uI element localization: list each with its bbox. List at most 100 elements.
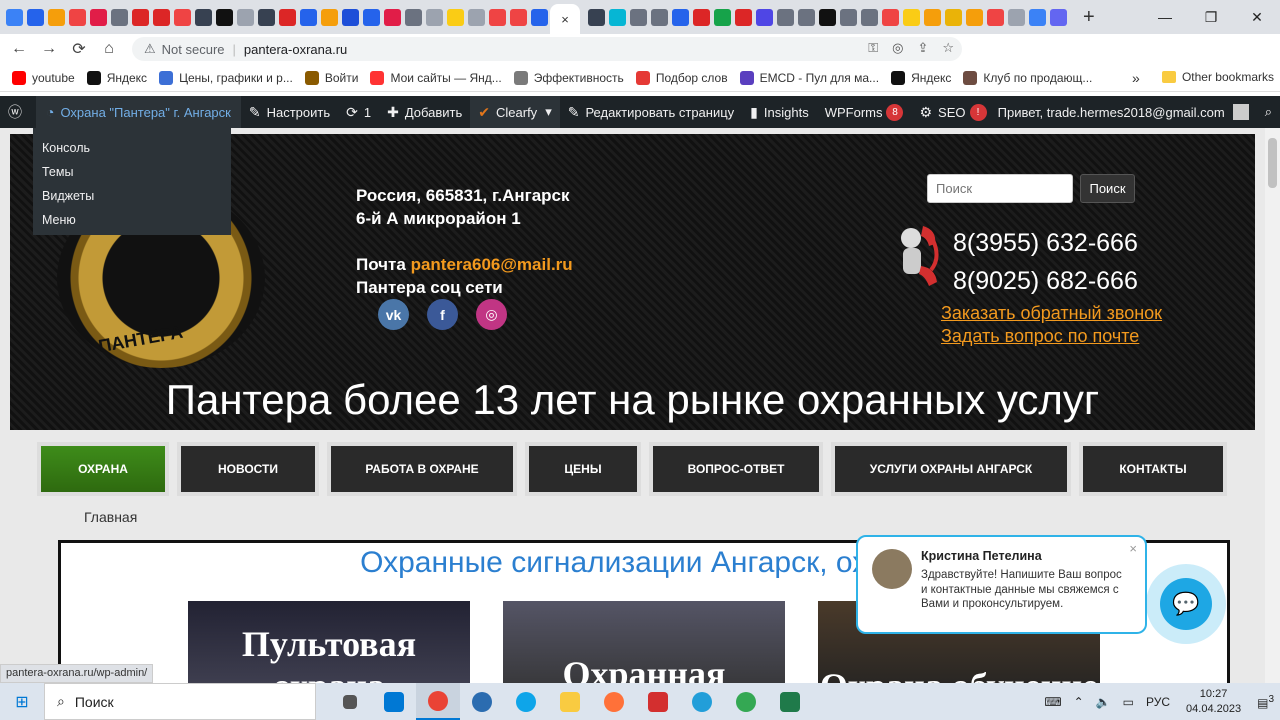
- bookmark-item[interactable]: youtube: [12, 70, 75, 85]
- card-alarm[interactable]: Охранная: [503, 601, 785, 683]
- tab-favicon[interactable]: [693, 8, 710, 26]
- tab-favicon[interactable]: [405, 8, 422, 26]
- dropdown-item-widgets[interactable]: Виджеты: [33, 184, 231, 208]
- close-icon[interactable]: ×: [1129, 541, 1137, 556]
- chevron-up-icon[interactable]: ⌃: [1074, 695, 1084, 709]
- tab-favicon[interactable]: [27, 8, 44, 26]
- new-tab-button[interactable]: +: [1083, 6, 1095, 29]
- tab-favicon[interactable]: [882, 8, 899, 26]
- task-view-icon[interactable]: [328, 683, 372, 720]
- close-tab-icon[interactable]: ×: [561, 12, 569, 27]
- facebook-icon[interactable]: f: [427, 299, 458, 330]
- reload-button[interactable]: ⟳: [64, 39, 94, 59]
- clock[interactable]: 10:27 04.04.2023: [1186, 687, 1241, 717]
- bookmark-item[interactable]: Цены, графики и р...: [159, 70, 293, 85]
- tab-favicon[interactable]: [714, 8, 731, 26]
- menu-item-jobs[interactable]: РАБОТА В ОХРАНЕ: [327, 442, 517, 496]
- edit-page-button[interactable]: ✎ Редактировать страницу: [560, 96, 742, 128]
- tab-favicon[interactable]: [630, 8, 647, 26]
- volume-icon[interactable]: 🔈: [1096, 695, 1111, 709]
- tab-favicon[interactable]: [426, 8, 443, 26]
- close-window-button[interactable]: ✕: [1234, 9, 1280, 26]
- tab-favicon[interactable]: [489, 8, 506, 26]
- tab-favicon[interactable]: [798, 8, 815, 26]
- mail-icon[interactable]: [372, 683, 416, 720]
- admin-search-button[interactable]: ⌕: [1257, 96, 1280, 128]
- phone-number[interactable]: 8(3955) 632-666: [953, 224, 1138, 262]
- app-icon[interactable]: [768, 683, 812, 720]
- forward-button[interactable]: →: [34, 40, 64, 58]
- account-menu[interactable]: Привет, trade.hermes2018@gmail.com: [990, 96, 1257, 128]
- share-icon[interactable]: ⇪: [917, 40, 928, 56]
- network-icon[interactable]: ▭: [1123, 695, 1134, 709]
- chrome-icon[interactable]: [416, 683, 460, 720]
- tab-favicon[interactable]: [48, 8, 65, 26]
- card-remote-security[interactable]: Пультовая охрана: [188, 601, 470, 683]
- eye-off-icon[interactable]: ◎: [892, 40, 903, 56]
- tab-favicon[interactable]: [90, 8, 107, 26]
- other-bookmarks[interactable]: Other bookmarks: [1161, 70, 1274, 84]
- seo-button[interactable]: ⚙ SEO!: [911, 96, 994, 128]
- add-new-button[interactable]: ✚ Добавить: [379, 96, 470, 128]
- tab-favicon[interactable]: [777, 8, 794, 26]
- home-button[interactable]: ⌂: [94, 40, 124, 58]
- menu-item-security[interactable]: ОХРАНА: [37, 442, 169, 496]
- minimize-button[interactable]: —: [1142, 9, 1188, 25]
- tab-favicon[interactable]: [342, 8, 359, 26]
- search-button[interactable]: Поиск: [1080, 174, 1135, 203]
- menu-item-services[interactable]: УСЛУГИ ОХРАНЫ АНГАРСК: [831, 442, 1071, 496]
- tab-favicon[interactable]: [300, 8, 317, 26]
- chat-button[interactable]: 💬: [1146, 564, 1226, 644]
- dropdown-item-themes[interactable]: Темы: [33, 160, 231, 184]
- menu-item-faq[interactable]: ВОПРОС-ОТВЕТ: [649, 442, 823, 496]
- url-text[interactable]: pantera-oxrana.ru: [244, 42, 347, 57]
- tab-favicon[interactable]: [153, 8, 170, 26]
- app-icon[interactable]: [460, 683, 504, 720]
- tab-favicon[interactable]: [468, 8, 485, 26]
- tab-favicon[interactable]: [987, 8, 1004, 26]
- language-indicator[interactable]: РУС: [1146, 695, 1170, 709]
- menu-item-contacts[interactable]: КОНТАКТЫ: [1079, 442, 1227, 496]
- tab-favicon[interactable]: [258, 8, 275, 26]
- tab-favicon[interactable]: [1050, 8, 1067, 26]
- tab-favicon[interactable]: [132, 8, 149, 26]
- bookmark-item[interactable]: Клуб по продающ...: [963, 70, 1092, 85]
- scrollbar-thumb[interactable]: [1268, 138, 1277, 188]
- mail-link[interactable]: pantera606@mail.ru: [411, 255, 573, 274]
- bookmark-item[interactable]: Эффективность: [513, 70, 624, 85]
- star-icon[interactable]: ☆: [942, 40, 954, 56]
- tab-favicon[interactable]: [840, 8, 857, 26]
- taskbar-search[interactable]: ⌕ Поиск: [44, 683, 316, 720]
- email-question-link[interactable]: Задать вопрос по почте: [941, 325, 1162, 348]
- telegram-icon[interactable]: [680, 683, 724, 720]
- tab-favicon[interactable]: [447, 8, 464, 26]
- tab-favicon[interactable]: [651, 8, 668, 26]
- bookmark-item[interactable]: Войти: [304, 70, 358, 85]
- site-name-menu[interactable]: ◔ Охрана "Пантера" г. Ангарск: [36, 96, 241, 128]
- menu-item-prices[interactable]: ЦЕНЫ: [525, 442, 641, 496]
- menu-item-news[interactable]: НОВОСТИ: [177, 442, 319, 496]
- warning-icon[interactable]: ⚠: [144, 41, 156, 57]
- instagram-icon[interactable]: ◎: [476, 299, 507, 330]
- phone-number[interactable]: 8(9025) 682-666: [953, 262, 1138, 300]
- tab-favicon[interactable]: [861, 8, 878, 26]
- search-input[interactable]: [927, 174, 1073, 203]
- tab-favicon[interactable]: [903, 8, 920, 26]
- dropdown-item-dashboard[interactable]: Консоль: [33, 136, 231, 160]
- app-icon[interactable]: [636, 683, 680, 720]
- address-bar[interactable]: ⚠ Not secure | pantera-oxrana.ru ⚿ ◎ ⇪ ☆: [132, 37, 962, 61]
- tab-favicon[interactable]: [1008, 8, 1025, 26]
- customize-button[interactable]: ✎ Настроить: [241, 96, 338, 128]
- updates-button[interactable]: ⟳ 1: [338, 96, 379, 128]
- key-icon[interactable]: ⚿: [868, 40, 878, 56]
- tab-favicon[interactable]: [6, 8, 23, 26]
- insights-button[interactable]: ▮ Insights: [742, 96, 817, 128]
- tab-favicon[interactable]: [384, 8, 401, 26]
- dropdown-item-menus[interactable]: Меню: [33, 208, 231, 232]
- bookmark-item[interactable]: Мои сайты — Янд...: [370, 70, 502, 85]
- bookmark-item[interactable]: Яндекс: [891, 70, 951, 85]
- notifications-icon[interactable]: ▤3: [1257, 694, 1274, 710]
- folder-icon[interactable]: [548, 683, 592, 720]
- tab-favicon[interactable]: [1029, 8, 1046, 26]
- tab-favicon[interactable]: [279, 8, 296, 26]
